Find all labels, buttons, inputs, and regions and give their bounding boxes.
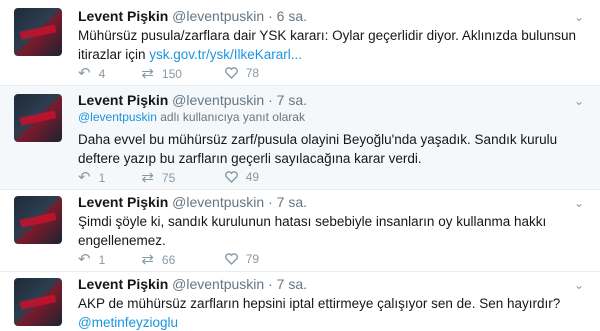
reply-button[interactable]: ↶ 1 <box>78 168 138 186</box>
reply-icon: ↶ <box>78 251 91 268</box>
author-handle[interactable]: @leventpuskin <box>172 194 264 210</box>
heart-icon <box>224 67 238 79</box>
reply-icon: ↶ <box>78 169 91 186</box>
retweet-icon: ⇄ <box>141 65 154 82</box>
reply-count: 4 <box>98 67 106 81</box>
tweet-actions: ↶ 4 ⇄ 150 78 <box>78 64 305 82</box>
avatar[interactable] <box>14 278 62 326</box>
reply-icon: ↶ <box>78 65 91 82</box>
avatar[interactable] <box>14 196 62 244</box>
like-count: 78 <box>245 66 260 80</box>
retweet-button[interactable]: ⇄ 66 <box>141 250 221 268</box>
reply-button[interactable]: ↶ 4 <box>78 64 138 82</box>
retweet-count: 66 <box>161 253 176 267</box>
avatar[interactable] <box>14 8 62 56</box>
retweet-count: 150 <box>161 67 182 81</box>
like-button[interactable]: 49 <box>224 170 305 184</box>
author-handle[interactable]: @leventpuskin <box>172 8 264 24</box>
author-handle[interactable]: @leventpuskin <box>172 92 264 108</box>
tweet[interactable]: Levent Pişkin @leventpuskin · 6 sa. ⌄ Mü… <box>0 0 600 86</box>
retweet-icon: ⇄ <box>141 251 154 268</box>
tweet-header: Levent Pişkin @leventpuskin · 7 sa. <box>78 194 307 210</box>
tweet-actions: ↶ 1 ⇄ 66 79 <box>78 250 305 268</box>
tweet-header: Levent Pişkin @leventpuskin · 6 sa. <box>78 8 307 24</box>
chevron-down-icon[interactable]: ⌄ <box>574 278 584 292</box>
author-handle[interactable]: @leventpuskin <box>172 276 264 292</box>
tweet-time[interactable]: · 7 sa. <box>268 276 307 292</box>
tweet-text-body: AKP de mühürsüz zarfların hepsini iptal … <box>78 296 561 311</box>
tweet[interactable]: Levent Pişkin @leventpuskin · 7 sa. ⌄ Şi… <box>0 190 600 272</box>
tweet-header: Levent Pişkin @leventpuskin · 7 sa. <box>78 92 307 108</box>
like-button[interactable]: 79 <box>224 252 305 266</box>
author-name[interactable]: Levent Pişkin <box>78 8 168 24</box>
author-name[interactable]: Levent Pişkin <box>78 194 168 210</box>
retweet-button[interactable]: ⇄ 150 <box>141 64 221 82</box>
heart-icon <box>224 253 238 265</box>
tweet-time[interactable]: · 6 sa. <box>268 8 307 24</box>
chevron-down-icon[interactable]: ⌄ <box>574 196 584 210</box>
like-button[interactable]: 78 <box>224 66 305 80</box>
replying-to-label: adlı kullanıcıya yanıt olarak <box>156 110 305 124</box>
avatar[interactable] <box>14 94 62 142</box>
replying-to-handle[interactable]: @leventpuskin <box>78 110 157 124</box>
tweet-text: AKP de mühürsüz zarfların hepsini iptal … <box>78 294 578 331</box>
tweet-text: Daha evvel bu mühürsüz zarf/pusula olayi… <box>78 132 558 166</box>
tweet-text: Mühürsüz pusula/zarflara dair YSK kararı… <box>78 26 578 64</box>
reply-count: 1 <box>98 171 106 185</box>
retweet-icon: ⇄ <box>141 169 154 186</box>
like-count: 49 <box>245 170 260 184</box>
tweet-link[interactable]: ysk.gov.tr/ysk/IlkeKararl... <box>149 47 302 62</box>
reply-button[interactable]: ↶ 1 <box>78 250 138 268</box>
tweet-actions: ↶ 1 ⇄ 75 49 <box>78 168 305 186</box>
retweet-button[interactable]: ⇄ 75 <box>141 168 221 186</box>
retweet-count: 75 <box>161 171 176 185</box>
tweet-header: Levent Pişkin @leventpuskin · 7 sa. <box>78 276 307 292</box>
mention-link[interactable]: @metinfeyzioglu <box>78 315 178 330</box>
reply-count: 1 <box>98 253 106 267</box>
tweet[interactable]: Levent Pişkin @leventpuskin · 7 sa. ⌄ @l… <box>0 86 600 190</box>
like-count: 79 <box>245 252 260 266</box>
author-name[interactable]: Levent Pişkin <box>78 92 168 108</box>
chevron-down-icon[interactable]: ⌄ <box>574 10 584 24</box>
tweet-text: Şimdi şöyle ki, sandık kurulunun hatası … <box>78 214 547 248</box>
tweet-time[interactable]: · 7 sa. <box>268 92 307 108</box>
heart-icon <box>224 171 238 183</box>
author-name[interactable]: Levent Pişkin <box>78 276 168 292</box>
chevron-down-icon[interactable]: ⌄ <box>574 94 584 108</box>
tweet[interactable]: Levent Pişkin @leventpuskin · 7 sa. ⌄ AK… <box>0 272 600 331</box>
replying-to: @leventpuskin adlı kullanıcıya yanıt ola… <box>78 110 305 124</box>
tweet-time[interactable]: · 7 sa. <box>268 194 307 210</box>
